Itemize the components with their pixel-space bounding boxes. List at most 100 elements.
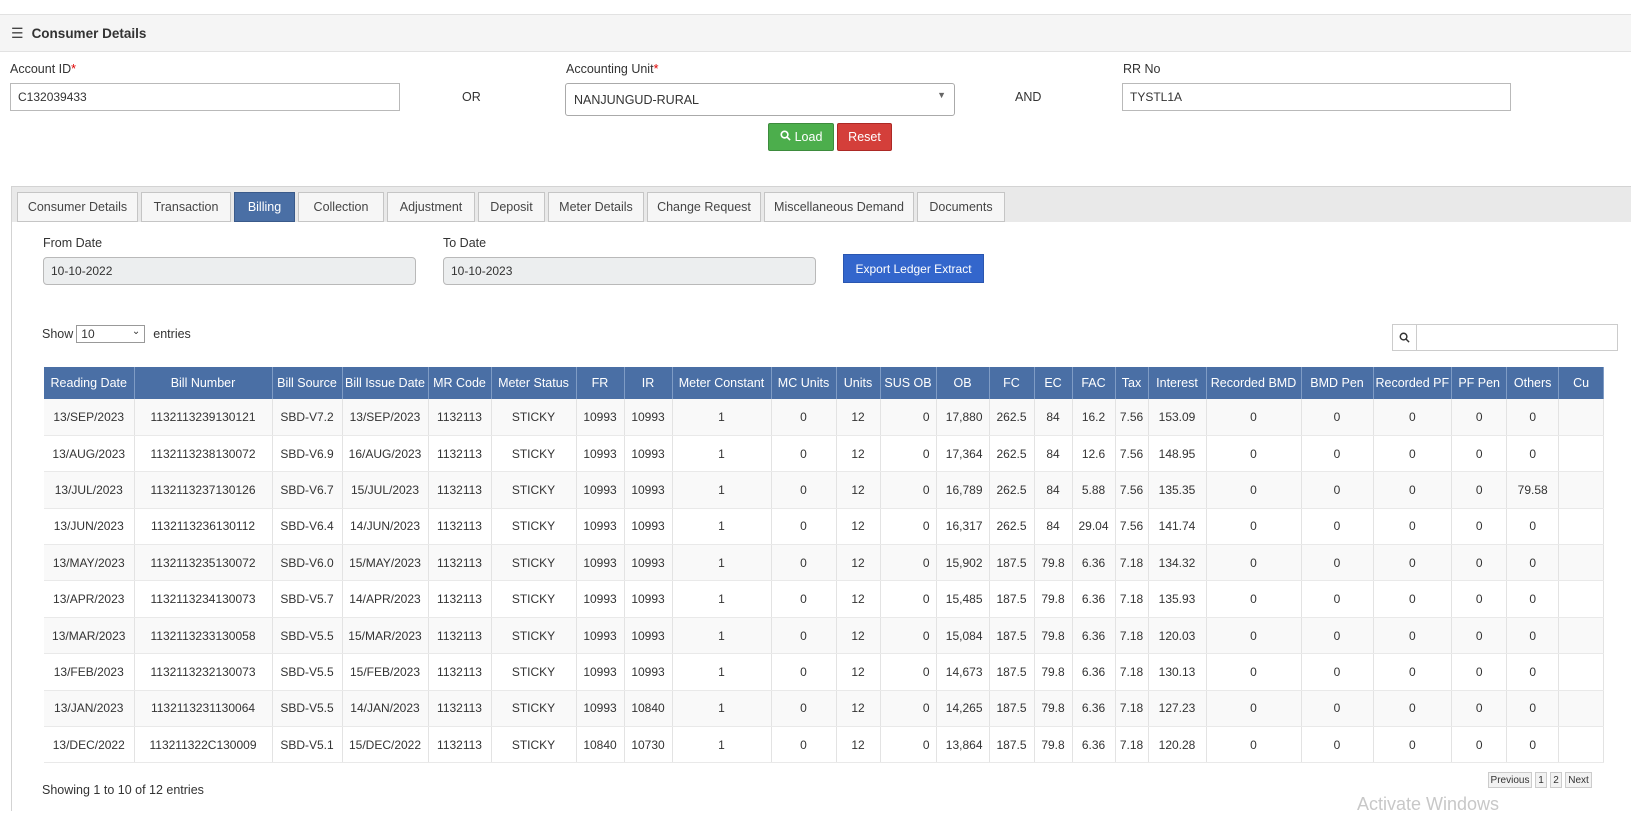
table-cell: 10993 (576, 653, 625, 691)
table-row[interactable]: 13/JUL/2023 1132113237130126 SBD-V6.7 15/JU… (44, 471, 1605, 509)
table-row[interactable]: 13/DEC/2022 113211322C130009 SBD-V5.1 15/DE… (44, 726, 1605, 764)
page-2-button[interactable]: 2 (1550, 772, 1562, 788)
table-cell: 0 (1301, 617, 1374, 655)
table-cell: 113211322C130009 (134, 726, 273, 764)
table-cell: 15/JUL/2023 (342, 471, 429, 509)
column-header[interactable]: Meter Constant (672, 367, 772, 399)
table-cell: 7.18 (1115, 726, 1149, 764)
table-cell: 0 (771, 508, 837, 546)
reset-button[interactable]: Reset (837, 123, 892, 151)
table-cell: 14/APR/2023 (342, 580, 429, 618)
billing-table: Reading Date Bill Number Bill Source Bil… (44, 367, 1605, 764)
accounting-unit-select[interactable]: NANJUNGUD-RURAL ▼ (565, 83, 955, 116)
tab-collection[interactable]: Collection (298, 192, 384, 222)
column-header[interactable]: Cu (1558, 367, 1605, 399)
tab-miscellaneous-demand[interactable]: Miscellaneous Demand (764, 192, 914, 222)
column-header[interactable]: BMD Pen (1301, 367, 1374, 399)
column-header[interactable]: FR (576, 367, 625, 399)
table-cell: 0 (1301, 435, 1374, 473)
search-icon (780, 130, 791, 144)
column-header[interactable]: SUS OB (880, 367, 937, 399)
table-row[interactable]: 13/JAN/2023 1132113231130064 SBD-V5.5 14/JA… (44, 690, 1605, 728)
table-cell: SBD-V6.9 (272, 435, 343, 473)
search-icon[interactable] (1392, 324, 1417, 351)
table-header-row: Reading Date Bill Number Bill Source Bil… (44, 367, 1605, 399)
account-id-input[interactable] (10, 83, 400, 111)
and-text: AND (1015, 90, 1042, 104)
table-cell: 0 (880, 544, 937, 582)
tab-meter-details[interactable]: Meter Details (548, 192, 644, 222)
table-cell: 0 (1451, 508, 1508, 546)
page-1-button[interactable]: 1 (1535, 772, 1547, 788)
table-cell (1558, 617, 1605, 655)
table-cell: 0 (1206, 544, 1302, 582)
column-header[interactable]: Interest (1148, 367, 1207, 399)
table-cell: 10840 (624, 690, 673, 728)
table-cell (1558, 690, 1605, 728)
page-length-select[interactable]: 10 ⌄ (76, 325, 146, 343)
table-info: Showing 1 to 10 of 12 entries (42, 783, 204, 797)
search-input[interactable] (1417, 324, 1618, 351)
table-cell: 0 (880, 508, 937, 546)
column-header[interactable]: Recorded PF (1373, 367, 1453, 399)
export-ledger-button[interactable]: Export Ledger Extract (843, 254, 984, 283)
column-header[interactable]: Bill Issue Date (342, 367, 429, 399)
hamburger-icon[interactable]: ☰ (11, 25, 24, 42)
table-cell: 10730 (624, 726, 673, 764)
table-cell: 12 (836, 690, 881, 728)
column-header[interactable]: Others (1506, 367, 1560, 399)
column-header[interactable]: Meter Status (491, 367, 577, 399)
table-row[interactable]: 13/FEB/2023 1132113232130073 SBD-V5.5 15/FE… (44, 653, 1605, 691)
previous-page-button[interactable]: Previous (1488, 772, 1532, 788)
tab-deposit[interactable]: Deposit (478, 192, 545, 222)
from-date-input[interactable]: 10-10-2022 (43, 257, 416, 285)
table-cell: 15,485 (936, 580, 990, 618)
column-header[interactable]: EC (1034, 367, 1073, 399)
tab-adjustment[interactable]: Adjustment (387, 192, 475, 222)
table-row[interactable]: 13/MAY/2023 1132113235130072 SBD-V6.0 15/MA… (44, 544, 1605, 582)
tab-consumer-details[interactable]: Consumer Details (17, 192, 138, 222)
table-cell: 79.8 (1034, 690, 1073, 728)
load-button[interactable]: Load (768, 123, 834, 151)
table-cell: 148.95 (1148, 435, 1207, 473)
tab-transaction[interactable]: Transaction (141, 192, 231, 222)
table-cell: 13/APR/2023 (44, 580, 135, 618)
table-cell: 6.36 (1072, 544, 1116, 582)
table-cell: 17,880 (936, 399, 990, 436)
rr-no-input[interactable] (1122, 83, 1511, 111)
table-cell: 7.56 (1115, 471, 1149, 509)
table-row[interactable]: 13/JUN/2023 1132113236130112 SBD-V6.4 14/JU… (44, 508, 1605, 546)
table-cell: 10993 (576, 690, 625, 728)
column-header[interactable]: OB (936, 367, 990, 399)
table-cell: 17,364 (936, 435, 990, 473)
entries-label: entries (153, 327, 191, 341)
column-header[interactable]: MC Units (771, 367, 837, 399)
tab-billing[interactable]: Billing (234, 192, 295, 222)
table-cell (1558, 399, 1605, 436)
table-row[interactable]: 13/APR/2023 1132113234130073 SBD-V5.7 14/AP… (44, 580, 1605, 618)
column-header[interactable]: Bill Source (272, 367, 343, 399)
column-header[interactable]: Tax (1115, 367, 1149, 399)
table-cell: 0 (1451, 617, 1508, 655)
column-header[interactable]: Units (836, 367, 881, 399)
column-header[interactable]: MR Code (428, 367, 492, 399)
column-header[interactable]: Recorded BMD (1206, 367, 1302, 399)
column-header[interactable]: PF Pen (1451, 367, 1508, 399)
table-cell (1558, 471, 1605, 509)
table-cell: SBD-V5.5 (272, 690, 343, 728)
tab-change-request[interactable]: Change Request (647, 192, 761, 222)
table-row[interactable]: 13/MAR/2023 1132113233130058 SBD-V5.5 15/MA… (44, 617, 1605, 655)
column-header[interactable]: IR (624, 367, 673, 399)
to-date-input[interactable]: 10-10-2023 (443, 257, 816, 285)
table-cell: 6.36 (1072, 580, 1116, 618)
table-cell: 0 (1206, 399, 1302, 436)
next-page-button[interactable]: Next (1565, 772, 1592, 788)
column-header[interactable]: FAC (1072, 367, 1116, 399)
column-header[interactable]: Bill Number (134, 367, 273, 399)
column-header[interactable]: Reading Date (44, 367, 135, 399)
tab-documents[interactable]: Documents (917, 192, 1005, 222)
table-row[interactable]: 13/AUG/2023 1132113238130072 SBD-V6.9 16/AU… (44, 435, 1605, 473)
table-cell: 79.8 (1034, 617, 1073, 655)
table-row[interactable]: 13/SEP/2023 1132113239130121 SBD-V7.2 13/SE… (44, 399, 1605, 436)
column-header[interactable]: FC (989, 367, 1035, 399)
